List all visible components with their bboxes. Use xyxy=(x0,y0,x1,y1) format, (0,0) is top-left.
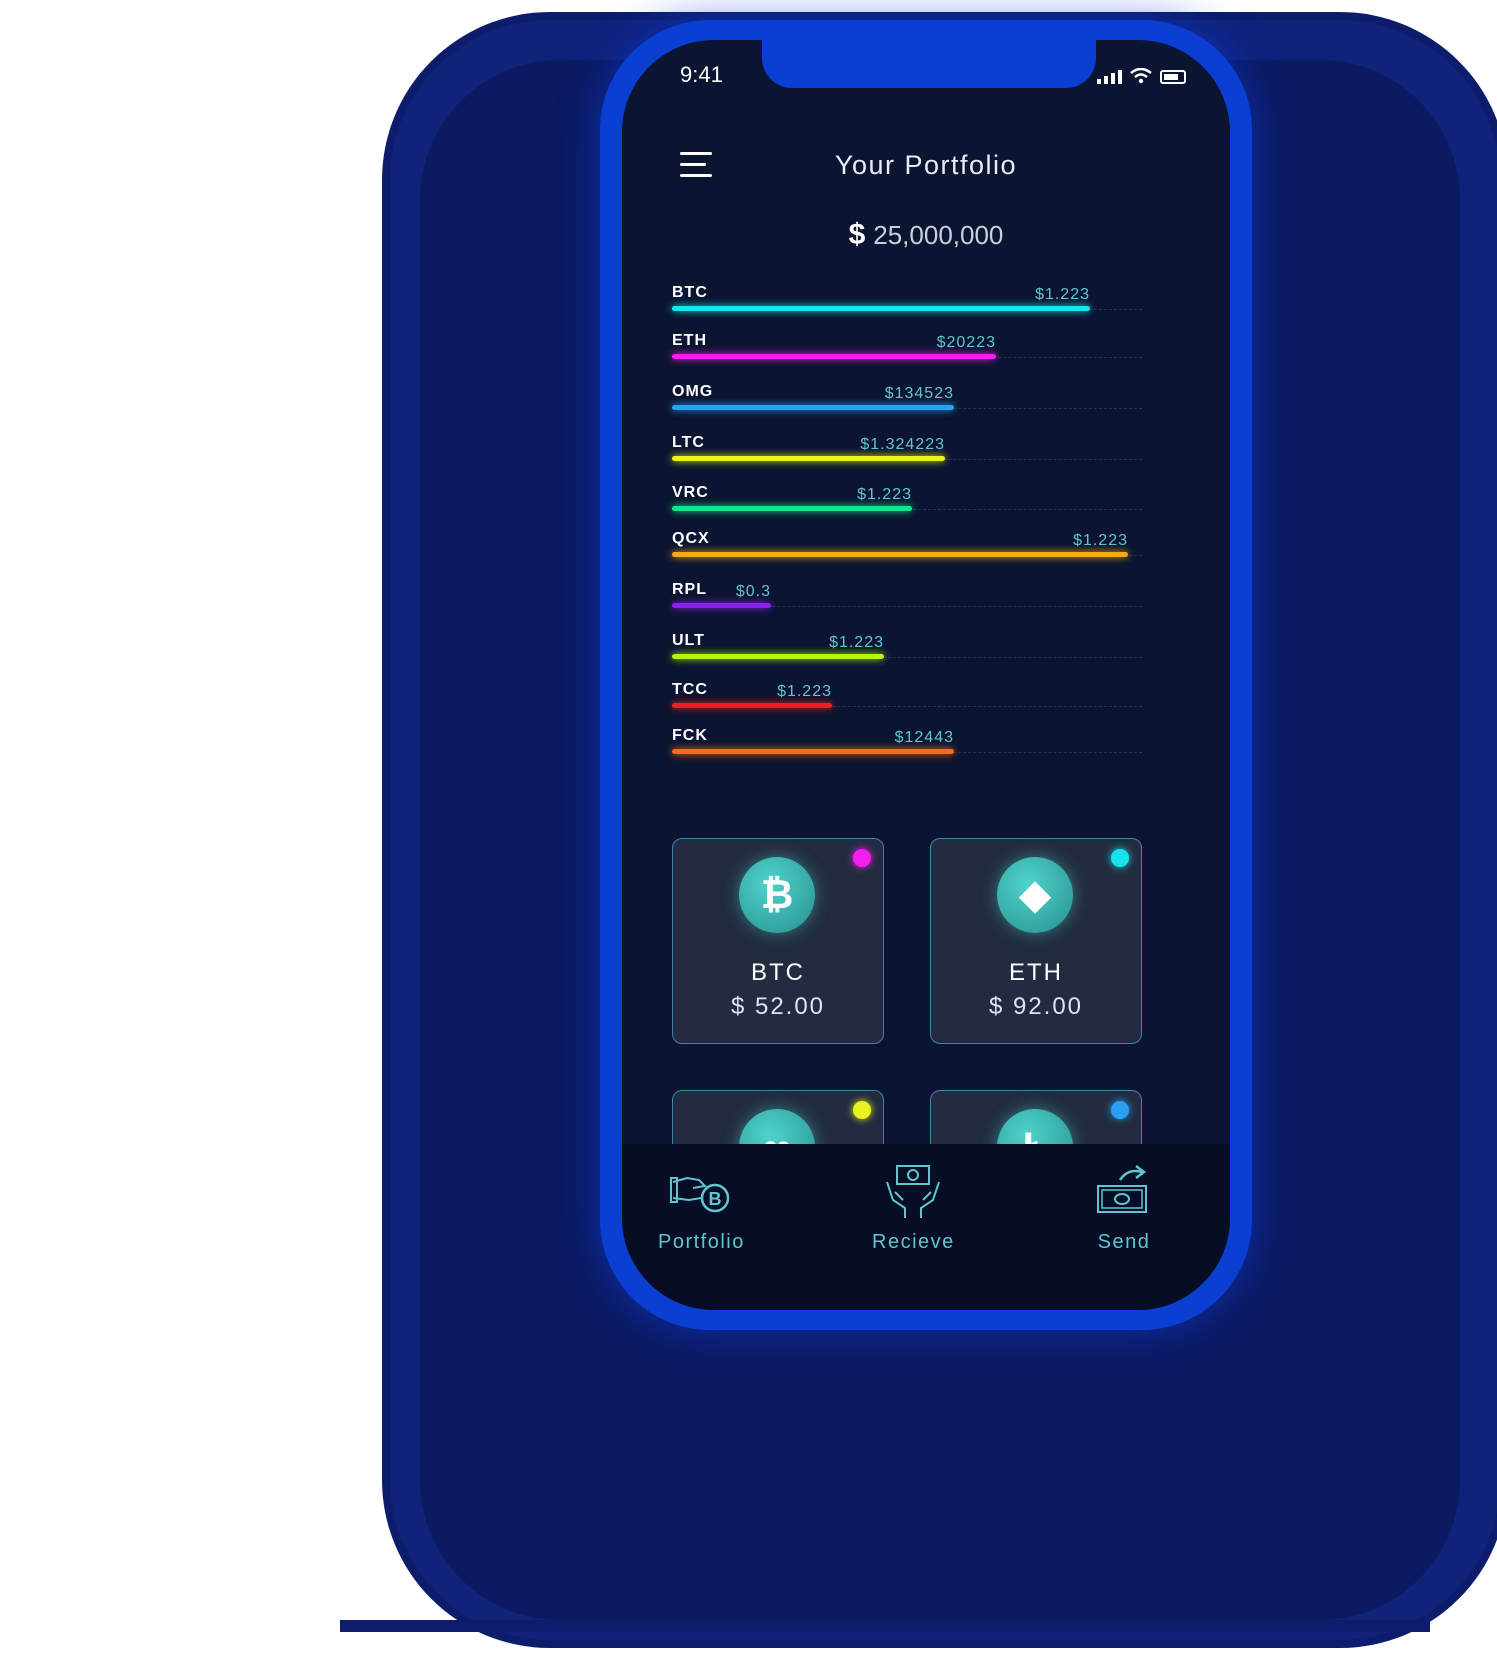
holding-value: $0.3 xyxy=(735,583,771,600)
holding-symbol: ETH xyxy=(672,332,707,349)
nav-receive-label: Recieve xyxy=(872,1231,955,1253)
holding-bar xyxy=(672,405,954,410)
battery-icon xyxy=(1160,70,1186,84)
phone-frame: 9:41 Your Portfolio $25,000,000 BTC $1.22… xyxy=(600,20,1252,1330)
nav-portfolio-label: Portfolio xyxy=(658,1231,745,1253)
holding-bar xyxy=(672,306,1090,311)
holding-value: $1.223 xyxy=(829,634,884,651)
holding-value: $12443 xyxy=(894,729,954,746)
status-dot xyxy=(853,849,871,867)
status-dot xyxy=(853,1101,871,1119)
holding-value: $1.223 xyxy=(777,683,832,700)
hands-money-icon xyxy=(886,1165,941,1218)
hand-bitcoin-icon: B xyxy=(670,1176,730,1213)
coin-card-btc[interactable]: ₿ BTC $ 52.00 xyxy=(672,838,884,1044)
holding-value: $1.324223 xyxy=(860,436,945,453)
holding-bar xyxy=(672,552,1128,557)
holding-row-btc[interactable]: BTC $1.223 xyxy=(672,284,1142,324)
holding-bar xyxy=(672,456,945,461)
holding-bar xyxy=(672,354,996,359)
send-money-icon xyxy=(1097,1165,1147,1213)
holding-bar xyxy=(672,703,832,708)
holding-value: $134523 xyxy=(884,385,954,402)
nav-receive[interactable]: Recieve xyxy=(872,1164,955,1254)
holding-value: $1.223 xyxy=(1073,532,1128,549)
holding-symbol: OMG xyxy=(672,383,714,400)
background-strip xyxy=(340,1620,1430,1632)
holding-value: $1.223 xyxy=(857,486,912,503)
coin-price: $ 92.00 xyxy=(988,993,1084,1020)
holding-value: $20223 xyxy=(936,334,996,351)
holding-symbol: FCK xyxy=(672,727,708,744)
holding-symbol: QCX xyxy=(672,530,710,547)
holding-row-ltc[interactable]: LTC $1.324223 xyxy=(672,434,1142,474)
status-dot xyxy=(1111,849,1129,867)
holding-row-qcx[interactable]: QCX $1.223 xyxy=(672,530,1142,570)
holding-bar xyxy=(672,749,954,754)
coin-card-eth[interactable]: ◆ ETH $ 92.00 xyxy=(930,838,1142,1044)
coin-name: ETH xyxy=(1009,959,1063,986)
phone-screen: 9:41 Your Portfolio $25,000,000 BTC $1.22… xyxy=(622,40,1230,1310)
holding-symbol: RPL xyxy=(672,581,707,598)
holding-row-vrc[interactable]: VRC $1.223 xyxy=(672,484,1142,524)
holding-row-rpl[interactable]: RPL $0.3 xyxy=(672,581,1142,621)
ethereum-icon: ◆ xyxy=(997,857,1073,933)
coin-price: $ 52.00 xyxy=(730,993,826,1020)
holding-row-omg[interactable]: OMG $134523 xyxy=(672,383,1142,423)
holding-bar xyxy=(672,603,771,608)
holding-value: $1.223 xyxy=(1035,286,1090,303)
holding-symbol: VRC xyxy=(672,484,709,501)
holding-symbol: ULT xyxy=(672,632,705,649)
holding-row-fck[interactable]: FCK $12443 xyxy=(672,727,1142,767)
holding-symbol: BTC xyxy=(672,284,708,301)
nav-send[interactable]: Send xyxy=(1092,1164,1156,1254)
holding-bar xyxy=(672,654,884,659)
holding-symbol: TCC xyxy=(672,681,708,698)
nav-portfolio[interactable]: B Portfolio xyxy=(658,1164,745,1254)
holding-row-ult[interactable]: ULT $1.223 xyxy=(672,632,1142,672)
holding-symbol: LTC xyxy=(672,434,705,451)
coin-name: BTC xyxy=(751,959,805,986)
nav-send-label: Send xyxy=(1097,1231,1151,1253)
holding-row-tcc[interactable]: TCC $1.223 xyxy=(672,681,1142,721)
holding-row-eth[interactable]: ETH $20223 xyxy=(672,332,1142,372)
svg-text:B: B xyxy=(709,1189,722,1209)
holding-bar xyxy=(672,506,912,511)
holdings-chart: BTC $1.223 ETH $20223 OMG $134523 LTC $1.324223… xyxy=(672,40,1142,840)
bottom-nav: B Portfolio Recieve Send xyxy=(622,1144,1230,1310)
bitcoin-icon: ₿ xyxy=(739,857,815,933)
status-dot xyxy=(1111,1101,1129,1119)
